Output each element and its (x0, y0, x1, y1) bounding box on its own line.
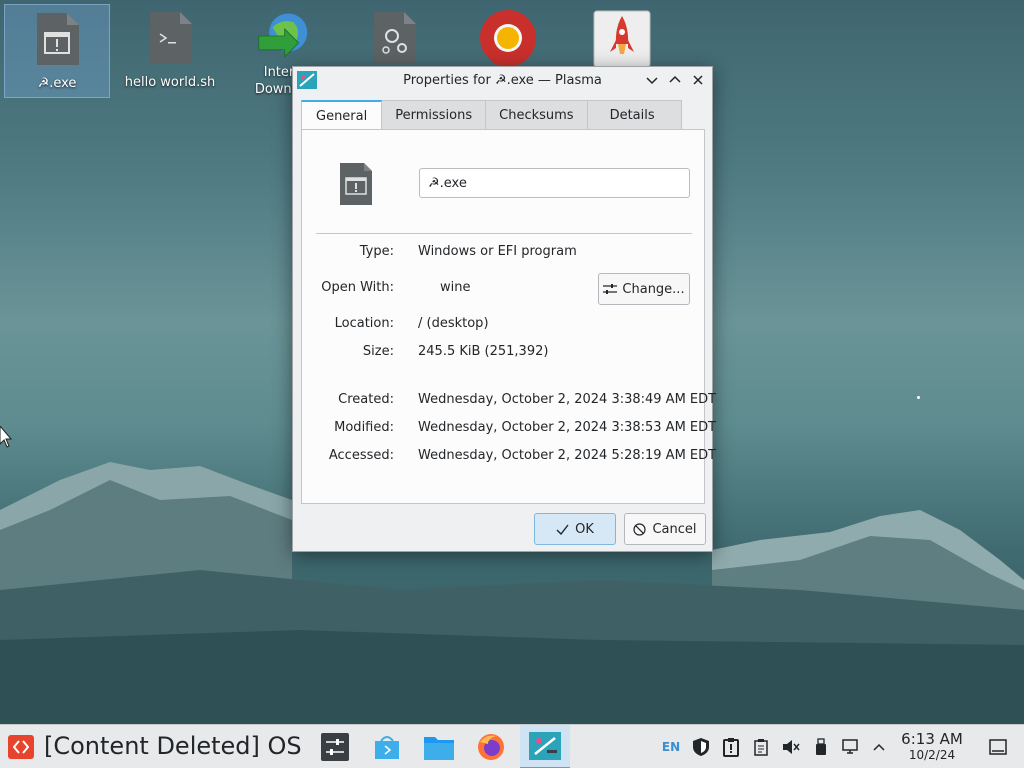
task-firefox[interactable] (470, 725, 512, 768)
task-properties-window[interactable] (520, 725, 570, 768)
tray-volume[interactable] (780, 725, 802, 768)
tray-usb[interactable] (810, 725, 832, 768)
shield-icon (693, 738, 709, 756)
accessed-label: Accessed: (328, 448, 394, 463)
taskbar: [Content Deleted] OS EN 6:13 AM 10/2/24 (0, 724, 1024, 768)
chevron-up-icon (669, 75, 681, 83)
minimize-button[interactable] (642, 70, 662, 90)
idm-icon (258, 13, 308, 58)
clock-time: 6:13 AM (901, 730, 963, 748)
launcher-icon (13, 740, 29, 754)
change-button-label: Change... (622, 281, 685, 297)
shell-script-icon (150, 12, 192, 64)
plasma-app-icon (297, 71, 317, 89)
desktop-icon-hello-world[interactable]: hello world.sh (117, 4, 223, 98)
plasma-app-icon (529, 732, 561, 760)
created-row: Created: Wednesday, October 2, 2024 3:38… (302, 392, 716, 412)
properties-dialog: Properties for ☭.exe — Plasma General Pe… (292, 66, 716, 552)
cancel-button[interactable]: Cancel (624, 513, 706, 545)
modified-row: Modified: Wednesday, October 2, 2024 3:3… (302, 420, 716, 440)
size-row: Size: 245.5 KiB (251,392) (302, 344, 706, 364)
desktop-icon-label: hello world.sh (124, 75, 216, 90)
ok-button[interactable]: OK (534, 513, 616, 545)
tab-permissions[interactable]: Permissions (382, 100, 487, 130)
chrome-icon (480, 10, 536, 67)
created-value: Wednesday, October 2, 2024 3:38:49 AM ED… (418, 392, 717, 407)
type-row: Type: Windows or EFI program (302, 244, 706, 264)
executable-file-icon (37, 13, 79, 65)
folder-icon (424, 737, 454, 760)
cancel-icon (633, 522, 647, 536)
system-settings-icon (321, 733, 349, 761)
tray-network[interactable] (840, 725, 862, 768)
tray-vpn[interactable] (690, 725, 712, 768)
tray-notifications[interactable] (720, 725, 742, 768)
filename-input[interactable] (419, 168, 690, 198)
os-label: [Content Deleted] OS (44, 732, 302, 760)
tray-expand[interactable] (868, 725, 890, 768)
cancel-button-label: Cancel (652, 521, 697, 537)
task-settings[interactable] (314, 725, 356, 768)
usb-drive-icon (816, 738, 826, 755)
task-discover[interactable] (366, 725, 408, 768)
open-with-label: Open With: (321, 280, 394, 295)
created-label: Created: (338, 392, 394, 407)
close-button[interactable] (688, 70, 708, 90)
location-label: Location: (334, 316, 394, 331)
general-tab-panel: Type: Windows or EFI program Open With: … (301, 129, 716, 504)
firefox-icon (478, 734, 504, 760)
separator (316, 233, 692, 234)
app-launcher-button[interactable] (8, 735, 34, 759)
desktop-icon-label: ☭.exe (37, 76, 77, 91)
show-desktop-icon (989, 739, 1007, 755)
digital-clock[interactable]: 6:13 AM 10/2/24 (896, 731, 968, 763)
chevron-down-icon (646, 77, 658, 85)
maximize-button[interactable] (665, 70, 685, 90)
location-row: Location: / (desktop) (302, 316, 706, 336)
tab-details[interactable]: Details (587, 100, 682, 130)
volume-muted-icon (783, 740, 800, 754)
ok-button-label: OK (575, 521, 594, 537)
type-label: Type: (359, 244, 394, 259)
show-desktop-button[interactable] (986, 725, 1010, 768)
sliders-icon (603, 284, 618, 294)
modified-value: Wednesday, October 2, 2024 3:38:53 AM ED… (418, 420, 717, 435)
clipboard-alert-icon (723, 738, 739, 757)
network-wired-icon (842, 739, 858, 754)
tray-clipboard[interactable] (750, 725, 772, 768)
close-icon (693, 75, 703, 85)
task-file-manager[interactable] (418, 725, 460, 768)
change-button[interactable]: Change... (598, 273, 690, 305)
chevron-up-icon (873, 743, 885, 751)
accessed-row: Accessed: Wednesday, October 2, 2024 5:2… (302, 448, 716, 468)
rocket-app-icon (593, 10, 651, 68)
accessed-value: Wednesday, October 2, 2024 5:28:19 AM ED… (418, 448, 717, 463)
executable-file-icon[interactable] (338, 162, 374, 206)
star (917, 396, 920, 399)
type-value: Windows or EFI program (418, 244, 577, 259)
dialog-titlebar[interactable]: Properties for ☭.exe — Plasma (293, 67, 712, 93)
clipboard-icon (754, 739, 768, 756)
modified-label: Modified: (334, 420, 394, 435)
open-with-value: wine (440, 280, 471, 295)
keyboard-layout-indicator[interactable]: EN (660, 725, 682, 768)
settings-file-icon (374, 12, 416, 64)
discover-store-icon (375, 736, 399, 759)
location-value: / (desktop) (418, 316, 489, 331)
checkmark-icon (556, 524, 569, 535)
size-value: 245.5 KiB (251,392) (418, 344, 549, 359)
size-label: Size: (362, 344, 394, 359)
tab-checksums[interactable]: Checksums (486, 100, 588, 130)
tab-general[interactable]: General (301, 100, 383, 130)
desktop-icon-exe[interactable]: ☭.exe (4, 4, 110, 98)
clock-date: 10/2/24 (908, 748, 956, 762)
mouse-cursor-icon (0, 426, 12, 448)
tab-bar: General Permissions Checksums Details (301, 100, 682, 130)
